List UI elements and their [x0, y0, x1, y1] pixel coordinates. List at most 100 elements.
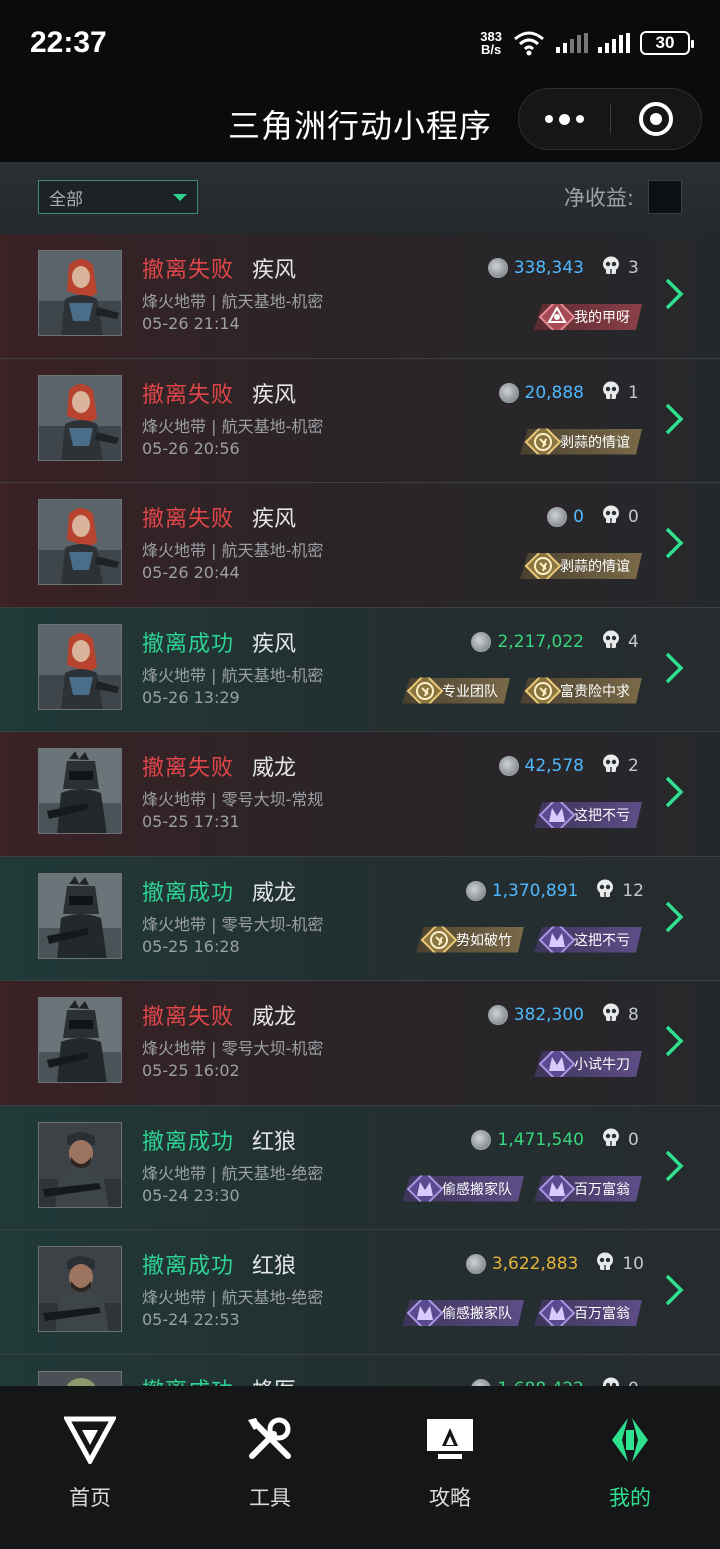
battery-level: 30: [655, 33, 675, 52]
nav-item-home[interactable]: 首页: [0, 1386, 180, 1549]
kill-count: 10: [622, 1254, 644, 1274]
kill-count: 4: [628, 631, 639, 652]
kill-count: 1: [628, 382, 639, 403]
badge-emblem-icon: [538, 921, 576, 959]
match-time: 05-24 23:30: [142, 1185, 240, 1205]
more-button[interactable]: [519, 113, 610, 125]
coin-icon: [465, 1254, 486, 1274]
badge-label: 偷感搬家队: [442, 1181, 512, 1198]
operator-name: 红狼: [252, 1129, 297, 1155]
chevron-right-icon[interactable]: [664, 526, 684, 560]
match-time: 05-26 20:56: [142, 438, 240, 458]
asset-value: 20,888: [524, 382, 584, 403]
badge-emblem-icon: [538, 796, 576, 834]
guide-monitor-icon: [427, 1419, 473, 1459]
extraction-result: 撤离成功: [142, 1373, 234, 1387]
operator-name: 红狼: [252, 1254, 297, 1279]
skull-kills-icon: [602, 630, 620, 654]
chevron-right-icon[interactable]: [664, 1024, 684, 1058]
operator-avatar: [38, 1246, 122, 1332]
nav-label-home: 首页: [69, 1486, 111, 1510]
chevron-right-icon[interactable]: [664, 1273, 684, 1307]
chevron-right-icon[interactable]: [664, 900, 684, 934]
badge-label: 百万富翁: [574, 1181, 630, 1198]
match-record-row[interactable]: 撤离失败 威龙 烽火地带 | 零号大坝-常规 05-25 17:31 42,57…: [0, 732, 720, 857]
match-record-row[interactable]: 撤离失败 疾风 烽火地带 | 航天基地-机密 05-26 21:14 338,3…: [0, 234, 720, 359]
chevron-right-icon[interactable]: [664, 277, 684, 311]
match-time: 05-25 16:02: [142, 1061, 240, 1080]
badge-emblem-icon: [420, 921, 458, 959]
coin-icon: [498, 382, 519, 403]
coin-icon: [487, 258, 508, 278]
close-button[interactable]: [611, 102, 702, 136]
asset-value: 42,578: [524, 756, 584, 776]
asset-value: 1,688,422: [497, 1379, 584, 1387]
kill-count: 0: [628, 1379, 644, 1387]
more-dots-icon: [544, 115, 553, 123]
skull-kills-icon: [602, 505, 620, 529]
extraction-result: 撤离成功: [142, 631, 235, 657]
badge-list: 小试牛刀: [534, 1051, 642, 1077]
skull-kills-icon: [602, 381, 620, 405]
match-stats: 3,622,883 10: [465, 1252, 644, 1276]
badge-emblem-icon: [406, 1170, 444, 1208]
asset-value: 382,300: [513, 1005, 584, 1025]
mode-filter-dropdown[interactable]: 全部: [38, 180, 198, 214]
filter-bar: 全部 净收益:: [0, 162, 720, 234]
badge-list: 偷感搬家队 百万富翁: [402, 1176, 642, 1202]
signal-strength-icon-2: [598, 33, 630, 53]
nav-item-guide[interactable]: 攻略: [360, 1386, 540, 1549]
dropdown-selected-value: 全部: [49, 189, 83, 210]
badge-list: 我的甲呀: [534, 304, 642, 330]
match-time: 05-26 21:14: [142, 314, 240, 333]
net-profit-checkbox[interactable]: [648, 180, 682, 214]
kill-count: 0: [628, 1129, 639, 1150]
match-record-row[interactable]: 撤离失败 疾风 烽火地带 | 航天基地-机密 05-26 20:56 20,88…: [0, 358, 720, 483]
status-time: 22:37: [30, 26, 107, 59]
kill-count: 8: [628, 1005, 639, 1025]
badge-label: 我的甲呀: [574, 310, 630, 326]
badge-emblem-icon: [538, 1170, 576, 1208]
match-record-row[interactable]: 撤离成功 蜂医 1,688,422 0: [0, 1354, 720, 1387]
net-speed-unit: B/s: [481, 42, 502, 57]
operator-avatar: [38, 1121, 122, 1208]
chevron-right-icon[interactable]: [664, 651, 684, 685]
asset-value: 2,217,022: [497, 631, 584, 652]
extraction-result: 撤离失败: [142, 1005, 235, 1030]
map-info: 烽火地带 | 航天基地-绝密: [142, 1288, 324, 1307]
chevron-right-icon[interactable]: [664, 402, 684, 436]
chevron-down-icon: [173, 193, 187, 201]
map-info: 烽火地带 | 航天基地-绝密: [142, 1163, 324, 1183]
match-record-row[interactable]: 撤离成功 红狼 烽火地带 | 航天基地-绝密 05-24 22:53 3,622…: [0, 1230, 720, 1355]
nav-item-mine[interactable]: 我的: [540, 1386, 720, 1549]
asset-value: 1,370,891: [491, 880, 579, 901]
chevron-right-icon[interactable]: [664, 1149, 684, 1183]
match-time: 05-26 13:29: [142, 687, 240, 707]
match-record-row[interactable]: 撤离成功 红狼 烽火地带 | 航天基地-绝密 05-24 23:30 1,471…: [0, 1105, 720, 1230]
badge-label: 剥蒜的情谊: [560, 559, 630, 575]
badge-emblem-icon: [538, 1045, 576, 1083]
match-time: 05-25 17:31: [142, 812, 240, 831]
match-record-row[interactable]: 撤离失败 疾风 烽火地带 | 航天基地-机密 05-26 20:44 0 0 剥…: [0, 483, 720, 608]
skull-kills-icon: [602, 1377, 620, 1386]
achievement-badge: 剥蒜的情谊: [520, 429, 642, 455]
match-record-row[interactable]: 撤离成功 威龙 烽火地带 | 零号大坝-机密 05-25 16:28 1,370…: [0, 856, 720, 981]
match-record-row[interactable]: 撤离失败 威龙 烽火地带 | 零号大坝-机密 05-25 16:02 382,3…: [0, 981, 720, 1106]
asset-value: 0: [573, 507, 584, 527]
operator-name: 威龙: [252, 1005, 297, 1030]
achievement-badge: 剥蒜的情谊: [520, 553, 642, 579]
badge-label: 这把不亏: [574, 932, 630, 949]
nav-item-tools[interactable]: 工具: [180, 1386, 360, 1549]
skull-kills-icon: [602, 1128, 620, 1152]
match-record-row[interactable]: 撤离成功 疾风 烽火地带 | 航天基地-机密 05-26 13:29 2,217…: [0, 607, 720, 732]
match-stats: 20,888 1: [498, 381, 644, 405]
chevron-right-icon[interactable]: [664, 775, 684, 809]
operator-name: 蜂医: [252, 1373, 296, 1387]
badge-label: 这把不亏: [574, 808, 630, 824]
wifi-icon: [514, 31, 544, 56]
match-time: 05-26 20:44: [142, 563, 240, 582]
match-stats: 338,343 3: [487, 256, 644, 280]
map-info: 烽火地带 | 零号大坝-机密: [142, 1039, 324, 1058]
nav-label-tools: 工具: [249, 1486, 291, 1510]
bottom-nav: 首页 工具 攻略 我的: [0, 1386, 720, 1549]
